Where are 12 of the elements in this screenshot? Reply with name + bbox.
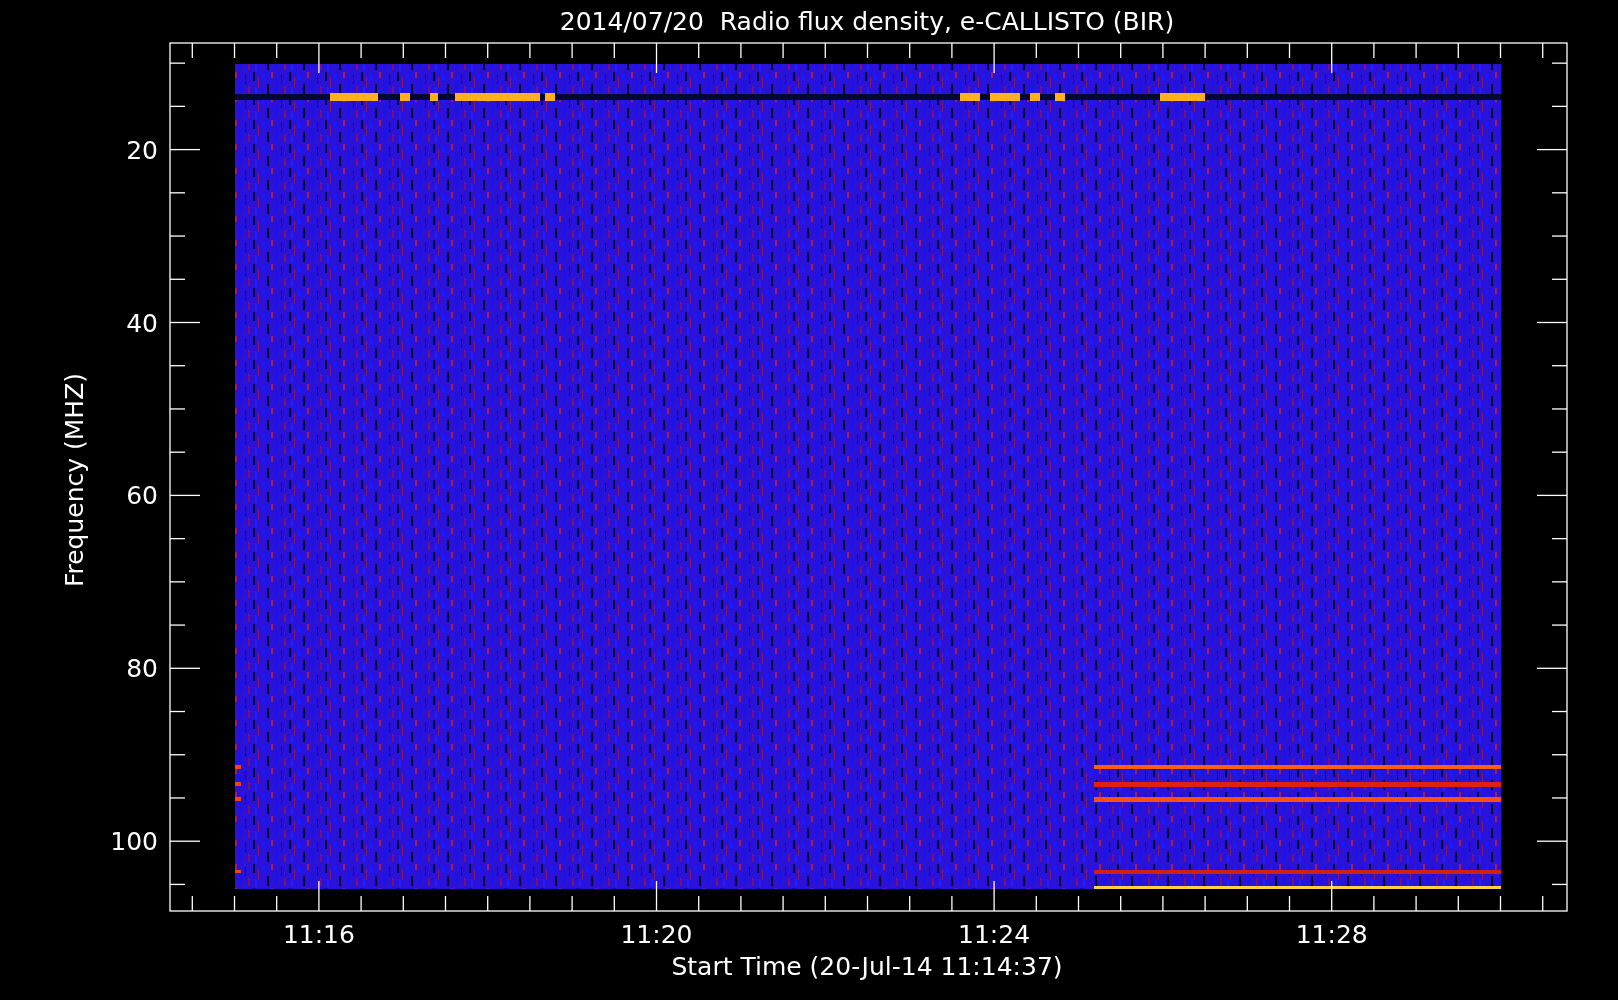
y-tick-label: 80: [126, 654, 158, 684]
y-tick-label: 100: [110, 827, 158, 857]
y-tick-label: 60: [126, 481, 158, 511]
x-tick-label: 11:20: [620, 920, 693, 949]
x-axis-title: Start Time (20-Jul-14 11:14:37): [671, 952, 1063, 981]
x-tick-label: 11:24: [958, 920, 1031, 949]
x-tick-label: 11:28: [1295, 920, 1368, 949]
y-tick-label: 40: [126, 308, 158, 338]
y-axis-title: Frequency (MHZ): [60, 372, 89, 588]
chart-title: 2014/07/20 Radio flux density, e-CALLISTO (BIR): [559, 7, 1175, 36]
x-tick-label: 11:16: [282, 920, 355, 949]
y-tick-label: 20: [126, 135, 158, 165]
